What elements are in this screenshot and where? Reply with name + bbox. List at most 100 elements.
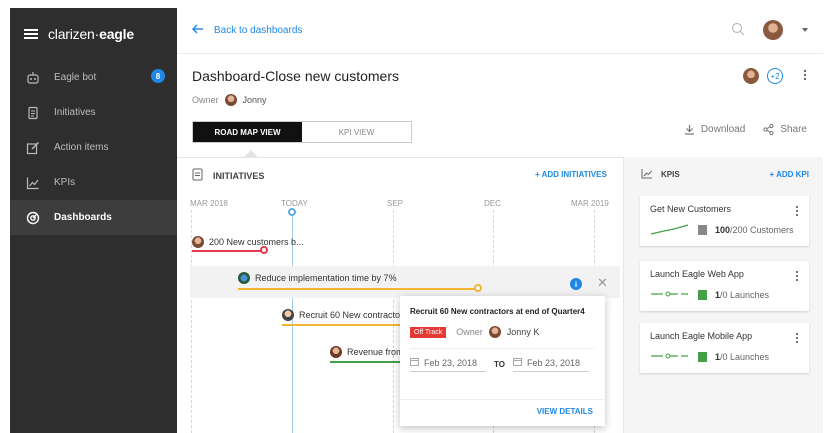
more-followers-badge[interactable]: +2 — [767, 68, 783, 84]
owner-name: Jonny K — [506, 327, 540, 337]
close-icon[interactable]: ✕ — [597, 275, 608, 291]
kpis-title: KPIS — [661, 170, 680, 179]
popup-status-row: Off Track Owner Jonny K — [410, 326, 595, 338]
download-icon — [684, 124, 695, 135]
timeline-label: MAR 2018 — [190, 199, 228, 208]
user-avatar[interactable] — [763, 20, 783, 40]
initiative-label: Recruit 60 New contractors — [299, 310, 408, 320]
owner-label: Owner — [192, 95, 219, 105]
tab-kpi-view[interactable]: KPI VIEW — [302, 122, 411, 142]
initiative-bar[interactable] — [238, 288, 478, 290]
kpi-type-icon — [698, 290, 707, 300]
owner-label: Owner — [456, 327, 483, 337]
sidebar-item-label: Eagle bot — [54, 72, 97, 83]
owner-line: Owner Jonny — [192, 94, 267, 106]
kpi-type-icon — [698, 352, 707, 362]
bar-end-handle[interactable] — [260, 246, 268, 254]
kpi-panel: KPIS + ADD KPI Get New Customers 100/200… — [623, 157, 823, 433]
avatar — [192, 236, 204, 248]
timeline-label: DEC — [484, 199, 501, 208]
kpi-value-row: 1/0 Launches — [650, 350, 769, 364]
info-icon[interactable]: i — [570, 278, 582, 290]
download-button[interactable]: Download — [684, 124, 745, 135]
initiatives-title: INITIATIVES — [213, 170, 265, 181]
sparkline-icon — [650, 350, 690, 364]
document-icon — [192, 168, 203, 183]
sidebar-item-eagle-bot[interactable]: Eagle bot 8 — [10, 60, 177, 95]
kpi-title: Get New Customers — [650, 204, 732, 214]
bar-end-handle[interactable] — [474, 284, 482, 292]
share-icon — [763, 124, 774, 135]
sidebar-item-label: KPIs — [54, 177, 76, 188]
sidebar-item-label: Initiatives — [54, 107, 96, 118]
sidebar-item-kpis[interactable]: KPIs — [10, 165, 177, 200]
initiative-row[interactable]: Reduce implementation time by 7% — [238, 272, 397, 284]
avatar — [282, 309, 294, 321]
sidebar-item-label: Dashboards — [54, 212, 112, 223]
sparkline-icon — [650, 223, 690, 237]
grid-line — [393, 210, 394, 433]
share-button[interactable]: Share — [763, 124, 807, 135]
kpi-card[interactable]: Launch Eagle Web App 1/0 Launches — [640, 261, 809, 311]
sidebar-item-action-items[interactable]: Action items — [10, 130, 177, 165]
tab-road-map-view[interactable]: ROAD MAP VIEW — [193, 122, 302, 142]
back-to-dashboards-link[interactable]: Back to dashboards — [192, 24, 302, 37]
brand-logo: clarizen·eagle — [48, 26, 134, 42]
add-kpi-button[interactable]: + ADD KPI — [770, 170, 810, 179]
kpis-header: KPIS — [641, 168, 680, 181]
kpi-value: 1/0 Launches — [715, 352, 770, 362]
sidebar-item-label: Action items — [54, 142, 109, 153]
start-date-field[interactable]: Feb 23, 2018 — [410, 357, 486, 372]
sparkline-icon — [650, 288, 690, 302]
kpi-card[interactable]: Launch Eagle Mobile App 1/0 Launches — [640, 323, 809, 373]
sidebar-item-dashboards[interactable]: Dashboards — [10, 200, 177, 235]
avatar — [330, 346, 342, 358]
view-details-button[interactable]: VIEW DETAILS — [537, 407, 593, 416]
owner-avatar — [488, 326, 501, 338]
status-badge: Off Track — [410, 326, 447, 338]
calendar-icon — [410, 357, 419, 368]
followers: +2 — [743, 68, 807, 84]
bot-icon — [26, 71, 40, 85]
notification-badge: 8 — [151, 69, 165, 83]
more-vertical-icon[interactable] — [795, 332, 799, 344]
today-marker — [288, 208, 296, 216]
owner-avatar — [224, 94, 237, 106]
kpi-title: Launch Eagle Mobile App — [650, 331, 753, 341]
kpi-card[interactable]: Get New Customers 100/200 Customers — [640, 196, 809, 246]
timeline-label: SEP — [387, 199, 404, 208]
kpi-title: Launch Eagle Web App — [650, 269, 744, 279]
initiative-row[interactable]: 200 New customers b... — [192, 236, 304, 248]
chevron-down-icon[interactable] — [801, 24, 809, 36]
sidebar: clarizen·eagle Eagle bot 8 Initiatives A… — [10, 8, 177, 433]
to-label: TO — [494, 360, 505, 369]
menu-icon[interactable] — [24, 29, 38, 39]
end-date-value: Feb 23, 2018 — [526, 357, 581, 368]
follower-avatar[interactable] — [743, 68, 759, 84]
timeline-label: TODAY — [281, 199, 308, 208]
calendar-icon — [512, 357, 522, 368]
kpi-value: 100/200 Customers — [715, 225, 794, 235]
kpi-value-row: 1/0 Launches — [650, 288, 769, 302]
add-initiatives-button[interactable]: + ADD INITIATIVES — [535, 170, 607, 179]
trend-icon — [26, 176, 40, 190]
page-title: Dashboard-Close new customers — [192, 68, 399, 84]
more-vertical-icon[interactable] — [803, 69, 807, 84]
arrow-left-icon — [192, 24, 204, 37]
more-vertical-icon[interactable] — [795, 270, 799, 282]
download-label: Download — [700, 124, 746, 135]
initiative-bar[interactable] — [192, 250, 264, 252]
initiative-bar[interactable] — [330, 361, 400, 363]
trend-icon — [641, 168, 653, 181]
search-icon[interactable] — [731, 22, 745, 39]
initiative-row[interactable]: Revenue from — [330, 346, 404, 358]
initiative-bar[interactable] — [282, 324, 400, 326]
edit-icon — [26, 141, 40, 155]
kpi-value: 1/0 Launches — [715, 290, 770, 300]
avatar — [238, 272, 250, 284]
more-vertical-icon[interactable] — [795, 205, 799, 217]
initiative-row[interactable]: Recruit 60 New contractors — [282, 309, 408, 321]
header-actions: Download Share — [684, 124, 807, 135]
end-date-field[interactable]: Feb 23, 2018 — [512, 357, 589, 372]
sidebar-item-initiatives[interactable]: Initiatives — [10, 95, 177, 130]
